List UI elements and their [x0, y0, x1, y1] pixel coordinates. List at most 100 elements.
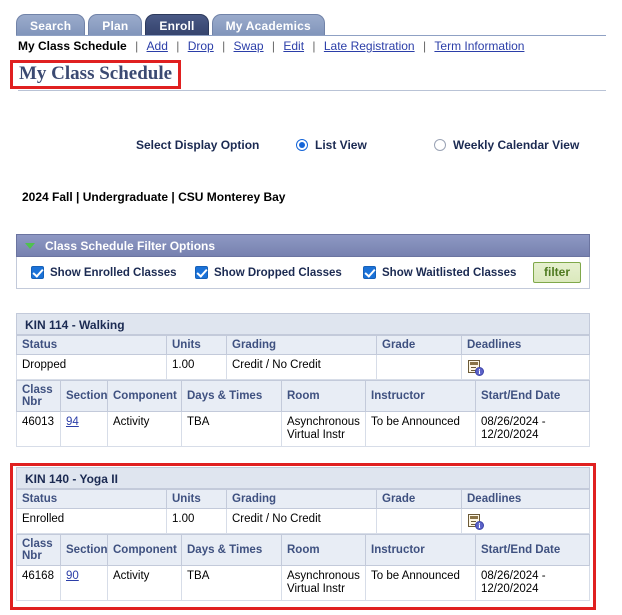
breadcrumb-link-drop[interactable]: Drop	[188, 39, 214, 53]
tab-my-academics[interactable]: My Academics	[212, 14, 325, 36]
cell-grading: Credit / No Credit	[227, 355, 377, 380]
tab-plan[interactable]: Plan	[88, 14, 142, 36]
tab-enroll[interactable]: Enroll	[145, 14, 208, 36]
checkbox-dropped-label: Show Dropped Classes	[214, 267, 342, 279]
col-instructor: Instructor	[366, 535, 476, 566]
filter-button[interactable]: filter	[533, 262, 581, 283]
col-class-nbr: Class Nbr	[17, 381, 61, 412]
section-link[interactable]: 94	[66, 416, 79, 428]
class-block-kin-114: KIN 114 - Walking Status Units Grading G…	[16, 313, 590, 447]
page-title-container: My Class Schedule	[10, 60, 181, 89]
col-room: Room	[282, 381, 366, 412]
col-grade: Grade	[377, 490, 462, 509]
tab-search[interactable]: Search	[16, 14, 85, 36]
class-title-kin-114: KIN 114 - Walking	[16, 313, 590, 335]
col-section: Section	[61, 535, 108, 566]
col-status: Status	[17, 490, 167, 509]
class-summary-table-kin-140: Status Units Grading Grade Deadlines Enr…	[16, 489, 590, 534]
col-deadlines: Deadlines	[462, 336, 590, 355]
cell-units: 1.00	[167, 355, 227, 380]
checkbox-dropped-box[interactable]	[195, 266, 208, 279]
checkbox-enrolled-box[interactable]	[31, 266, 44, 279]
table-row: Dropped 1.00 Credit / No Credit	[17, 355, 590, 380]
col-room: Room	[282, 535, 366, 566]
breadcrumb-link-term-information[interactable]: Term Information	[434, 39, 524, 53]
deadlines-calendar-info-icon[interactable]	[467, 513, 483, 529]
table-header-row: Status Units Grading Grade Deadlines	[17, 336, 590, 355]
checkbox-show-dropped-classes[interactable]: Show Dropped Classes	[195, 266, 342, 279]
term-info-line: 2024 Fall | Undergraduate | CSU Monterey…	[22, 190, 285, 204]
tab-strip-divider	[16, 35, 606, 36]
cell-section: 94	[61, 412, 108, 447]
cell-component: Activity	[108, 412, 182, 447]
cell-component: Activity	[108, 566, 182, 601]
col-start-end-date: Start/End Date	[476, 535, 590, 566]
table-row: Enrolled 1.00 Credit / No Credit	[17, 509, 590, 534]
filter-options-body: Show Enrolled Classes Show Dropped Class…	[16, 257, 590, 289]
checkbox-waitlisted-label: Show Waitlisted Classes	[382, 267, 516, 279]
cell-instructor: To be Announced	[366, 566, 476, 601]
col-units: Units	[167, 490, 227, 509]
col-start-end-date: Start/End Date	[476, 381, 590, 412]
cell-class-nbr: 46013	[17, 412, 61, 447]
cell-days-times: TBA	[182, 412, 282, 447]
col-class-nbr: Class Nbr	[17, 535, 61, 566]
display-option-weekly-calendar-view[interactable]: Weekly Calendar View	[434, 138, 579, 152]
cell-start-end-date: 08/26/2024 - 12/20/2024	[476, 412, 590, 447]
checkbox-show-enrolled-classes[interactable]: Show Enrolled Classes	[31, 266, 177, 279]
col-component: Component	[108, 381, 182, 412]
col-grading: Grading	[227, 490, 377, 509]
page-title-divider	[18, 90, 606, 91]
col-grade: Grade	[377, 336, 462, 355]
table-header-row: Class Nbr Section Component Days & Times…	[17, 535, 590, 566]
checkbox-show-waitlisted-classes[interactable]: Show Waitlisted Classes	[363, 266, 516, 279]
class-summary-table-kin-114: Status Units Grading Grade Deadlines Dro…	[16, 335, 590, 380]
breadcrumb-separator: |	[171, 39, 184, 53]
deadlines-calendar-info-icon[interactable]	[467, 359, 483, 375]
col-instructor: Instructor	[366, 381, 476, 412]
cell-room: Asynchronous Virtual Instr	[282, 566, 366, 601]
checkbox-waitlisted-box[interactable]	[363, 266, 376, 279]
col-days-times: Days & Times	[182, 535, 282, 566]
radio-list-view[interactable]	[296, 139, 308, 151]
breadcrumb-link-add[interactable]: Add	[147, 39, 168, 53]
breadcrumb-separator: |	[418, 39, 431, 53]
breadcrumb-link-edit[interactable]: Edit	[283, 39, 304, 53]
section-link[interactable]: 90	[66, 570, 79, 582]
cell-days-times: TBA	[182, 566, 282, 601]
radio-list-view-label: List View	[315, 138, 367, 152]
col-section: Section	[61, 381, 108, 412]
table-row: 46013 94 Activity TBA Asynchronous Virtu…	[17, 412, 590, 447]
cell-start-end-date: 08/26/2024 - 12/20/2024	[476, 566, 590, 601]
breadcrumb: My Class Schedule | Add | Drop | Swap | …	[18, 39, 524, 53]
table-header-row: Status Units Grading Grade Deadlines	[17, 490, 590, 509]
display-option-label: Select Display Option	[136, 138, 259, 152]
cell-room: Asynchronous Virtual Instr	[282, 412, 366, 447]
cell-deadlines	[462, 355, 590, 380]
class-block-kin-140: KIN 140 - Yoga II Status Units Grading G…	[16, 467, 590, 601]
cell-status: Dropped	[17, 355, 167, 380]
breadcrumb-current: My Class Schedule	[18, 39, 127, 53]
breadcrumb-link-late-registration[interactable]: Late Registration	[324, 39, 415, 53]
display-option-list-view[interactable]: List View	[296, 138, 367, 152]
cell-instructor: To be Announced	[366, 412, 476, 447]
breadcrumb-separator: |	[217, 39, 230, 53]
breadcrumb-separator: |	[267, 39, 280, 53]
col-days-times: Days & Times	[182, 381, 282, 412]
table-row: 46168 90 Activity TBA Asynchronous Virtu…	[17, 566, 590, 601]
col-grading: Grading	[227, 336, 377, 355]
breadcrumb-link-swap[interactable]: Swap	[234, 39, 264, 53]
col-deadlines: Deadlines	[462, 490, 590, 509]
my-class-schedule-page: Search Plan Enroll My Academics My Class…	[0, 0, 622, 615]
cell-grade	[377, 509, 462, 534]
cell-class-nbr: 46168	[17, 566, 61, 601]
checkbox-enrolled-label: Show Enrolled Classes	[50, 267, 177, 279]
col-component: Component	[108, 535, 182, 566]
cell-units: 1.00	[167, 509, 227, 534]
radio-weekly-calendar-view[interactable]	[434, 139, 446, 151]
cell-deadlines	[462, 509, 590, 534]
filter-options-header[interactable]: Class Schedule Filter Options	[16, 234, 590, 257]
radio-weekly-calendar-view-label: Weekly Calendar View	[453, 138, 579, 152]
chevron-down-icon[interactable]	[25, 243, 35, 249]
filter-options-header-label: Class Schedule Filter Options	[45, 239, 215, 253]
